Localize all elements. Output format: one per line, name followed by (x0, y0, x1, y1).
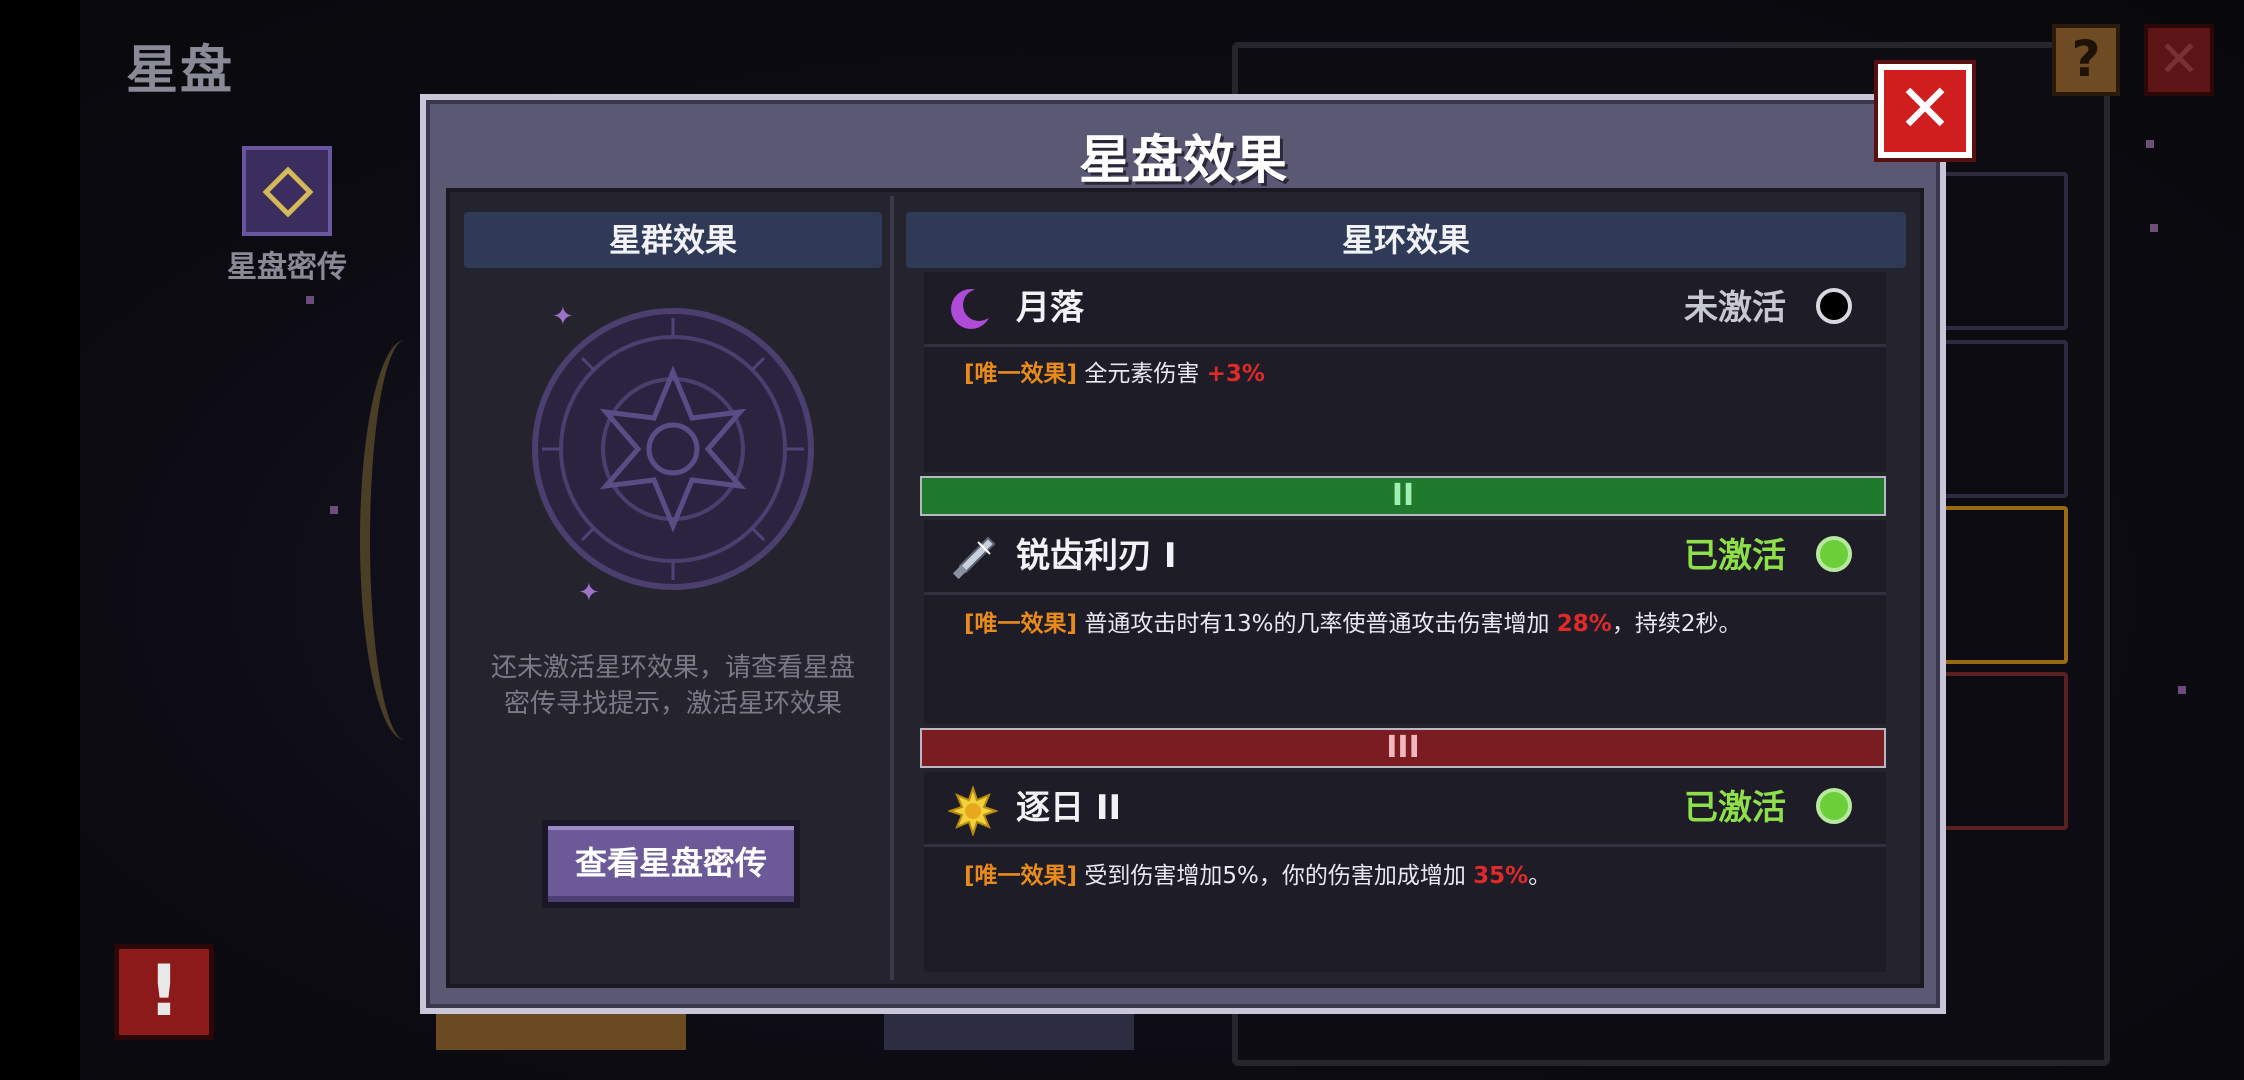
lore-entry-label: 星盘密传 (227, 250, 347, 285)
sparkle-icon: ✦ (578, 578, 600, 608)
ring-effect-row: 逐日 II 已激活 (924, 772, 1886, 847)
hint-line: 密传寻找提示，激活星环效果 (503, 689, 842, 719)
active-indicator (1816, 536, 1852, 572)
lore-entry-button[interactable]: 星盘密传 (212, 146, 362, 286)
star-decoration (330, 506, 338, 514)
ring-effect-status: 已激活 (1684, 536, 1786, 576)
screen-edge (0, 0, 80, 1080)
blade-icon (948, 534, 996, 580)
hint-line: 还未激活星环效果，请查看星盘 (490, 653, 855, 683)
help-button[interactable]: ? (2052, 24, 2120, 96)
alert-button[interactable]: ! (114, 944, 214, 1040)
view-star-chart-lore-button[interactable]: 查看星盘密传 (542, 820, 800, 908)
ring-effect-name: 月落 (1016, 288, 1084, 328)
constellation-effect-header: 星群效果 (464, 212, 882, 268)
ring-effect-entry: 锐齿利刃 I 已激活 [唯一效果] 普通攻击时有13%的几率使普通攻击伤害增加 … (924, 520, 1886, 724)
active-indicator (1816, 788, 1852, 824)
inactive-indicator (1816, 288, 1852, 324)
sparkle-icon: ✦ (552, 302, 574, 332)
sun-icon (946, 784, 1000, 838)
ring-effect-row: 锐齿利刃 I 已激活 (924, 520, 1886, 595)
unique-effect-tag: [唯一效果] (964, 863, 1078, 889)
tier-ii-bar: II (920, 476, 1886, 516)
desc-tail: 。 (1528, 863, 1552, 889)
unique-effect-tag: [唯一效果] (964, 611, 1078, 637)
ring-effect-description: [唯一效果] 受到伤害增加5%，你的伤害加成增加 35%。 (964, 856, 1551, 890)
panel-divider (890, 196, 894, 980)
slot-card[interactable] (1928, 340, 2068, 498)
star-decoration (2178, 686, 2186, 694)
ring-effect-name: 锐齿利刃 I (1016, 536, 1177, 576)
dialog-close-button[interactable]: ✕ (1878, 64, 1972, 158)
ring-effect-entry: 月落 未激活 [唯一效果] 全元素伤害 +3% (924, 272, 1886, 472)
ring-effect-row: 月落 未激活 (924, 272, 1886, 347)
ring-effect-description: [唯一效果] 普通攻击时有13%的几率使普通攻击伤害增加 28%，持续2秒。 (964, 604, 1741, 638)
desc-tail: ，持续2秒。 (1611, 611, 1742, 637)
star-decoration (2150, 224, 2158, 232)
crescent-moon-icon (948, 286, 995, 332)
slot-card[interactable] (1928, 672, 2068, 830)
page-close-button[interactable]: ✕ (2144, 24, 2214, 96)
ring-effect-status: 未激活 (1684, 288, 1786, 328)
star-decoration (306, 296, 314, 304)
desc-value: 35% (1473, 863, 1529, 889)
unique-effect-tag: [唯一效果] (964, 361, 1078, 387)
ring-effect-entry: 逐日 II 已激活 [唯一效果] 受到伤害增加5%，你的伤害加成增加 35%。 (924, 772, 1886, 972)
desc-text: 普通攻击时有13%的几率使普通攻击伤害增加 (1077, 611, 1557, 637)
desc-text: 全元素伤害 (1077, 361, 1207, 387)
constellation-hint-text: 还未激活星环效果，请查看星盘 密传寻找提示，激活星环效果 (464, 650, 882, 722)
ring-effect-description: [唯一效果] 全元素伤害 +3% (964, 354, 1265, 388)
slot-card[interactable] (1928, 506, 2068, 664)
slot-card[interactable] (1928, 172, 2068, 330)
page-title: 星盘 (126, 41, 235, 101)
ring-effect-list[interactable]: 月落 未激活 [唯一效果] 全元素伤害 +3% II 锐齿利刃 I 已激活 [唯… (920, 272, 1886, 976)
tier-iii-bar: III (920, 728, 1886, 768)
dialog-title: 星盘效果 (1078, 131, 1287, 191)
star-chart-book-icon (242, 146, 332, 236)
star-ring-effect-header: 星环效果 (906, 212, 1906, 268)
star-decoration (2146, 140, 2154, 148)
desc-value: 28% (1556, 611, 1612, 637)
desc-value: +3% (1206, 361, 1265, 387)
ring-effect-status: 已激活 (1684, 788, 1786, 828)
desc-text: 受到伤害增加5%，你的伤害加成增加 (1077, 863, 1474, 889)
ring-effect-name: 逐日 II (1016, 788, 1122, 828)
star-chart-disc (532, 308, 814, 590)
